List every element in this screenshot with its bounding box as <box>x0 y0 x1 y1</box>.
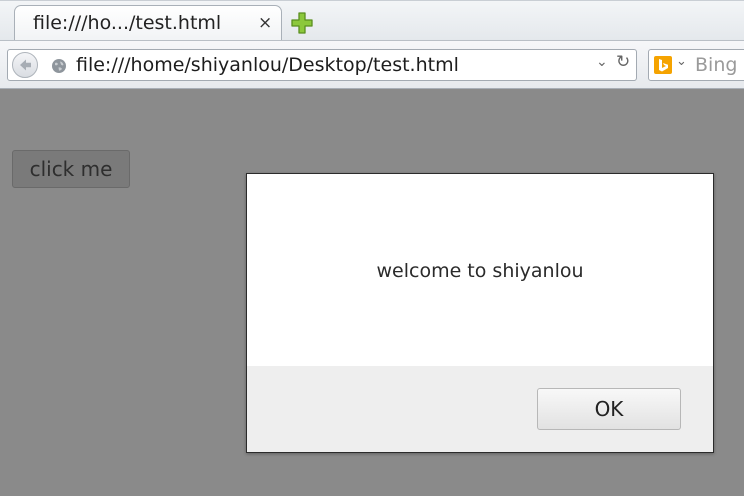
reload-icon[interactable]: ↻ <box>616 52 630 72</box>
dialog-footer: OK <box>247 366 713 452</box>
chevron-down-icon[interactable]: ⌄ <box>596 54 608 70</box>
alert-dialog: welcome to shiyanlou OK <box>246 173 714 453</box>
url-text[interactable]: file:///home/shiyanlou/Desktop/test.html <box>76 54 459 76</box>
dialog-message: welcome to shiyanlou <box>376 260 584 282</box>
search-input[interactable]: Bing <box>695 54 737 76</box>
back-arrow-icon <box>20 59 31 71</box>
globe-icon <box>52 59 66 73</box>
ok-button[interactable]: OK <box>537 388 681 430</box>
browser-window: file:///ho.../test.html × file:///home/s… <box>0 0 744 496</box>
tab-test-html[interactable]: file:///ho.../test.html × <box>14 5 282 41</box>
bing-icon[interactable] <box>654 56 672 74</box>
tab-title: file:///ho.../test.html <box>33 12 222 34</box>
close-icon[interactable]: × <box>258 13 272 33</box>
back-button[interactable] <box>12 52 38 78</box>
chevron-down-icon[interactable]: ⌄ <box>676 54 687 69</box>
click-me-button[interactable]: click me <box>12 150 130 188</box>
url-bar[interactable]: file:///home/shiyanlou/Desktop/test.html… <box>7 49 637 81</box>
plus-icon[interactable] <box>290 11 314 35</box>
navigation-bar: file:///home/shiyanlou/Desktop/test.html… <box>0 40 744 89</box>
search-bar[interactable]: ⌄ Bing <box>648 49 744 81</box>
tab-strip: file:///ho.../test.html × <box>0 0 744 41</box>
